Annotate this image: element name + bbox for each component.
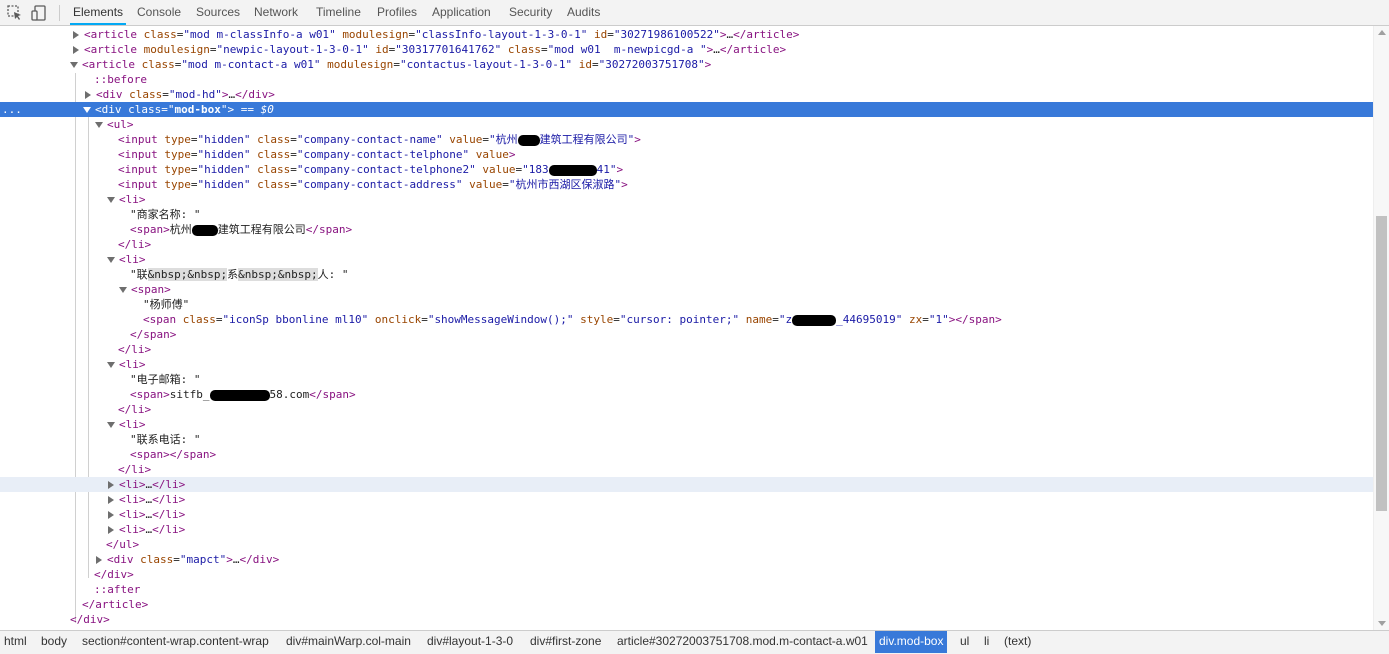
devtools-toolbar: Elements Console Sources Network Timelin… xyxy=(0,0,1389,26)
dom-node-li-collapsed[interactable]: <li>…</li> xyxy=(0,507,1373,522)
dom-node-article-contact[interactable]: <article class="mod m-contact-a w01" mod… xyxy=(0,57,1373,72)
expand-arrow-icon[interactable] xyxy=(108,496,114,504)
dom-node-input-telphone2[interactable]: <input type="hidden" class="company-cont… xyxy=(0,162,1373,177)
vertical-scrollbar[interactable] xyxy=(1373,26,1389,630)
dom-text-node[interactable]: "电子邮箱: " xyxy=(0,372,1373,387)
toolbar-separator xyxy=(59,5,60,21)
dom-node-ul[interactable]: <ul> xyxy=(0,117,1373,132)
redaction-mark xyxy=(191,224,218,236)
expand-arrow-icon[interactable] xyxy=(73,46,79,54)
dom-node-pseudo-after[interactable]: ::after xyxy=(0,582,1373,597)
dom-node-div-close[interactable]: </div> xyxy=(0,567,1373,582)
tab-profiles[interactable]: Profiles xyxy=(377,0,417,25)
dom-text-node[interactable]: "联&nbsp;&nbsp;系&nbsp;&nbsp;人: " xyxy=(0,267,1373,282)
dom-node-li-close[interactable]: </li> xyxy=(0,462,1373,477)
collapse-arrow-icon[interactable] xyxy=(107,197,115,203)
crumb-first-zone[interactable]: div#first-zone xyxy=(527,631,604,653)
selected-node-marker: == $0 xyxy=(240,103,274,116)
dom-node-span-close[interactable]: </span> xyxy=(0,327,1373,342)
dom-node-li-collapsed[interactable]: <li>…</li> xyxy=(0,492,1373,507)
collapse-arrow-icon[interactable] xyxy=(107,362,115,368)
dom-node-input-name[interactable]: <input type="hidden" class="company-cont… xyxy=(0,132,1373,147)
collapse-arrow-icon[interactable] xyxy=(95,122,103,128)
crumb-html[interactable]: html xyxy=(1,631,30,653)
crumb-section[interactable]: section#content-wrap.content-wrap xyxy=(79,631,272,653)
dom-node-input-telphone[interactable]: <input type="hidden" class="company-cont… xyxy=(0,147,1373,162)
collapse-arrow-icon[interactable] xyxy=(83,107,91,113)
dom-node-ul-close[interactable]: </ul> xyxy=(0,537,1373,552)
collapse-arrow-icon[interactable] xyxy=(107,422,115,428)
crumb-text[interactable]: (text) xyxy=(1001,631,1034,653)
dom-node-div-mapct[interactable]: <div class="mapct">…</div> xyxy=(0,552,1373,567)
redaction-mark xyxy=(548,164,597,176)
dom-node-li-collapsed[interactable]: <li>…</li> xyxy=(0,522,1373,537)
dom-text-node[interactable]: "杨师傅" xyxy=(0,297,1373,312)
breadcrumb: html body section#content-wrap.content-w… xyxy=(0,630,1389,654)
collapse-arrow-icon[interactable] xyxy=(70,62,78,68)
tab-console[interactable]: Console xyxy=(137,0,181,25)
dom-node-input-address[interactable]: <input type="hidden" class="company-cont… xyxy=(0,177,1373,192)
dom-node-article[interactable]: <article modulesign="newpic-layout-1-3-0… xyxy=(0,42,1373,57)
dom-text-node[interactable]: "联系电话: " xyxy=(0,432,1373,447)
expand-arrow-icon[interactable] xyxy=(96,556,102,564)
redaction-mark xyxy=(792,314,837,326)
device-mode-icon[interactable] xyxy=(30,4,48,22)
dom-node-li[interactable]: <li> xyxy=(0,417,1373,432)
tab-elements[interactable]: Elements xyxy=(70,0,127,25)
dom-node-span-empty[interactable]: <span></span> xyxy=(0,447,1373,462)
crumb-ul[interactable]: ul xyxy=(957,631,972,653)
tab-timeline[interactable]: Timeline xyxy=(316,0,361,25)
scroll-down-icon[interactable] xyxy=(1378,621,1386,626)
tab-sources[interactable]: Sources xyxy=(196,0,240,25)
collapse-arrow-icon[interactable] xyxy=(119,287,127,293)
crumb-body[interactable]: body xyxy=(38,631,70,653)
dom-node-li-close[interactable]: </li> xyxy=(0,342,1373,357)
dom-node-div-mod-hd[interactable]: <div class="mod-hd">…</div> xyxy=(0,87,1373,102)
inspect-icon[interactable] xyxy=(6,4,24,22)
scrollbar-thumb[interactable] xyxy=(1376,216,1387,511)
dom-node-span-iconsp[interactable]: <span class="iconSp bbonline ml10" oncli… xyxy=(0,312,1373,327)
dom-node-li-collapsed[interactable]: <li>…</li> xyxy=(0,477,1373,492)
dom-node-span[interactable]: <span>sitfb_ 58.com</span> xyxy=(0,387,1373,402)
dom-node-li[interactable]: <li> xyxy=(0,252,1373,267)
collapse-arrow-icon[interactable] xyxy=(107,257,115,263)
node-menu-dots[interactable]: ... xyxy=(2,102,22,117)
dom-node-li[interactable]: <li> xyxy=(0,357,1373,372)
dom-node-div-mod-box-selected[interactable]: ... <div class="mod-box"> == $0 xyxy=(0,102,1373,117)
expand-arrow-icon[interactable] xyxy=(108,511,114,519)
crumb-mod-box[interactable]: div.mod-box xyxy=(875,631,948,653)
dom-tree: <article class="mod m-classInfo-a w01" m… xyxy=(0,26,1373,630)
crumb-article[interactable]: article#30272003751708.mod.m-contact-a.w… xyxy=(614,631,871,653)
expand-arrow-icon[interactable] xyxy=(108,526,114,534)
crumb-li[interactable]: li xyxy=(981,631,992,653)
dom-node-article[interactable]: <article class="mod m-classInfo-a w01" m… xyxy=(0,27,1373,42)
dom-node-li-close[interactable]: </li> xyxy=(0,237,1373,252)
dom-node-li-close[interactable]: </li> xyxy=(0,402,1373,417)
dom-node-li[interactable]: <li> xyxy=(0,192,1373,207)
dom-node-span[interactable]: <span>杭州 建筑工程有限公司</span> xyxy=(0,222,1373,237)
dom-text-node[interactable]: "商家名称: " xyxy=(0,207,1373,222)
tab-application[interactable]: Application xyxy=(432,0,491,25)
dom-node-span[interactable]: <span> xyxy=(0,282,1373,297)
dom-node-div-close[interactable]: </div> xyxy=(0,612,1373,627)
redaction-mark xyxy=(209,389,270,401)
tab-network[interactable]: Network xyxy=(254,0,298,25)
dom-node-pseudo-before[interactable]: ::before xyxy=(0,72,1373,87)
dom-node-article-close[interactable]: </article> xyxy=(0,597,1373,612)
expand-arrow-icon[interactable] xyxy=(73,31,79,39)
crumb-mainwarp[interactable]: div#mainWarp.col-main xyxy=(283,631,414,653)
crumb-layout[interactable]: div#layout-1-3-0 xyxy=(424,631,516,653)
redaction-mark xyxy=(517,134,540,146)
scroll-up-icon[interactable] xyxy=(1378,30,1386,35)
tab-security[interactable]: Security xyxy=(509,0,552,25)
tab-audits[interactable]: Audits xyxy=(567,0,600,25)
expand-arrow-icon[interactable] xyxy=(85,91,91,99)
expand-arrow-icon[interactable] xyxy=(108,481,114,489)
